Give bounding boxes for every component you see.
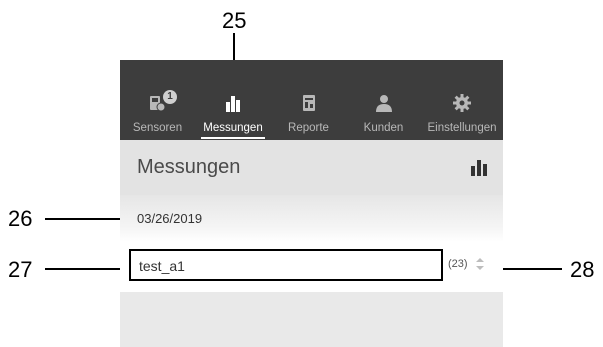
bar-chart-icon [471,160,487,176]
date-group-header: 03/26/2019 [120,195,503,242]
measurement-list: test_a1 (23) [120,242,503,292]
tab-kunden[interactable]: Kunden [346,60,421,140]
tab-label: Messungen [203,122,263,134]
callout-27-line [45,268,129,270]
gear-icon [452,93,472,116]
tab-einstellungen[interactable]: Einstellungen [421,60,503,140]
tab-reporte[interactable]: Reporte [271,60,346,140]
app-screen: 1 Sensoren Messungen Reporte Kunden Eins… [120,60,503,347]
sort-icon[interactable] [476,257,484,275]
callout-28: 28 [570,257,595,282]
empty-area [120,292,503,347]
group-date: 03/26/2019 [137,211,203,226]
tab-sensoren[interactable]: 1 Sensoren [120,60,195,140]
tab-bar: 1 Sensoren Messungen Reporte Kunden Eins… [120,60,503,140]
notification-badge: 1 [163,90,177,104]
active-tab-indicator [201,137,265,139]
bar-chart-icon [223,93,243,116]
page-header: Messungen [120,140,503,195]
callout-27: 27 [8,257,33,282]
report-icon [299,93,319,116]
customer-icon [374,93,394,116]
measurement-count: (23) [448,258,468,270]
tab-label: Kunden [363,122,404,134]
tab-label: Sensoren [132,122,183,134]
list-item[interactable]: test_a1 [129,249,443,281]
callout-26: 26 [8,206,33,231]
tab-label: Reporte [288,122,329,134]
tab-messungen[interactable]: Messungen [195,60,271,140]
measurement-name: test_a1 [139,258,185,274]
page-title: Messungen [137,156,241,178]
callout-25: 25 [222,8,247,33]
tab-label: Einstellungen [427,122,497,134]
chart-view-button[interactable] [470,160,488,181]
